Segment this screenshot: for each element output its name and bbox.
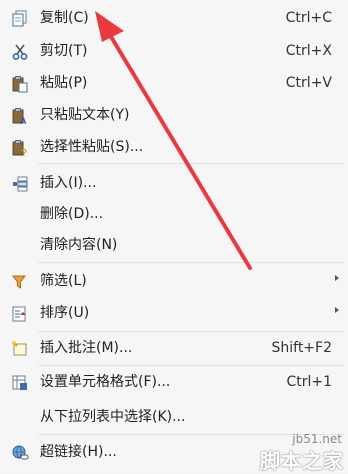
menu-item-paste-text-only[interactable]: A 只粘贴文本(Y) bbox=[0, 100, 348, 130]
menu-item-label: 设置单元格格式(F)... bbox=[40, 374, 171, 390]
context-menu: 复制(C) Ctrl+C 剪切(T) Ctrl+X 粘贴(P) Ctrl+V A… bbox=[0, 0, 348, 472]
watermark: jb51.net 脚本之家 bbox=[250, 431, 348, 473]
menu-item-insert[interactable]: 插入(I)... bbox=[0, 168, 348, 198]
menu-item-label: 从下拉列表中选择(K)... bbox=[40, 409, 186, 425]
filter-icon bbox=[11, 273, 29, 291]
menu-item-label: 清除内容(N) bbox=[40, 237, 118, 253]
menu-item-label: 筛选(L) bbox=[40, 273, 87, 289]
sort-icon bbox=[11, 305, 29, 323]
menu-separator bbox=[38, 331, 344, 332]
menu-item-copy[interactable]: 复制(C) Ctrl+C bbox=[0, 3, 348, 33]
submenu-arrow-icon bbox=[335, 307, 339, 313]
menu-separator bbox=[38, 262, 344, 263]
menu-item-label: 排序(U) bbox=[40, 305, 90, 321]
paste-icon bbox=[11, 75, 29, 93]
menu-item-format-cells[interactable]: 设置单元格格式(F)... Ctrl+1 bbox=[0, 367, 348, 397]
paste-special-icon: ? bbox=[11, 139, 29, 159]
hyperlink-icon bbox=[11, 444, 29, 462]
menu-item-clear-contents[interactable]: 清除内容(N) bbox=[0, 230, 348, 260]
menu-item-label: 粘贴(P) bbox=[40, 75, 88, 91]
insert-icon bbox=[11, 175, 29, 193]
menu-item-label: 剪切(T) bbox=[40, 43, 88, 59]
comment-icon bbox=[11, 340, 29, 358]
menu-item-cut[interactable]: 剪切(T) Ctrl+X bbox=[0, 36, 348, 66]
menu-item-shortcut: Ctrl+1 bbox=[286, 374, 332, 390]
menu-item-paste[interactable]: 粘贴(P) Ctrl+V bbox=[0, 68, 348, 98]
scissors-icon bbox=[11, 43, 29, 61]
svg-text:?: ? bbox=[21, 148, 27, 157]
menu-item-label: 复制(C) bbox=[40, 10, 89, 26]
menu-item-shortcut: Ctrl+V bbox=[285, 75, 332, 91]
menu-item-label: 插入批注(M)... bbox=[40, 340, 133, 356]
paste-text-icon: A bbox=[11, 107, 29, 126]
copy-icon bbox=[11, 10, 29, 28]
menu-item-label: 插入(I)... bbox=[40, 175, 97, 191]
menu-separator bbox=[38, 365, 344, 366]
menu-item-label: 选择性粘贴(S)... bbox=[40, 139, 144, 155]
menu-item-delete[interactable]: 删除(D)... bbox=[0, 199, 348, 229]
watermark-domain: jb51.net bbox=[292, 432, 342, 446]
format-cells-icon bbox=[11, 374, 29, 392]
watermark-site: 脚本之家 bbox=[260, 449, 344, 473]
menu-item-pick-from-list[interactable]: 从下拉列表中选择(K)... bbox=[0, 402, 348, 432]
menu-item-label: 删除(D)... bbox=[40, 206, 104, 222]
svg-text:A: A bbox=[20, 116, 27, 125]
menu-item-label: 只粘贴文本(Y) bbox=[40, 107, 130, 123]
menu-item-paste-special[interactable]: ? 选择性粘贴(S)... bbox=[0, 132, 348, 162]
menu-separator bbox=[38, 163, 344, 164]
menu-item-insert-comment[interactable]: 插入批注(M)... Shift+F2 bbox=[0, 333, 348, 363]
menu-item-filter[interactable]: 筛选(L) bbox=[0, 266, 348, 296]
menu-item-shortcut: Ctrl+X bbox=[285, 43, 332, 59]
menu-item-sort[interactable]: 排序(U) bbox=[0, 298, 348, 328]
menu-item-shortcut: Ctrl+C bbox=[285, 10, 332, 26]
submenu-arrow-icon bbox=[335, 275, 339, 281]
menu-item-shortcut: Shift+F2 bbox=[271, 340, 332, 356]
menu-item-label: 超链接(H)... bbox=[40, 444, 117, 460]
